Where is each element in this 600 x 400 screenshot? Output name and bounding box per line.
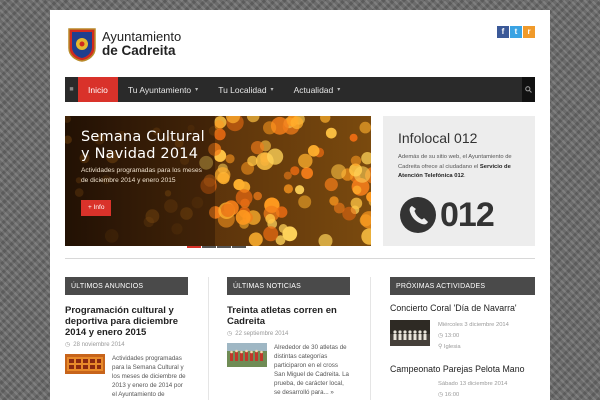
activity-thumbnail-placeholder bbox=[390, 379, 430, 400]
anuncio-title-link[interactable]: Programación cultural y deportiva para d… bbox=[65, 305, 188, 338]
search-icon bbox=[525, 86, 532, 93]
home-icon[interactable]: ■ bbox=[65, 77, 78, 102]
anuncio-date-text: 28 noviembre 2014 bbox=[73, 341, 125, 348]
site-logo[interactable]: Ayuntamiento de Cadreita bbox=[102, 30, 181, 57]
activity-title-link[interactable]: Campeonato Parejas Pelota Mano bbox=[390, 364, 535, 374]
nav-item-actualidad[interactable]: Actualidad ▾ bbox=[284, 77, 351, 102]
activity-meta: Miércoles 3 diciembre 2014 ◷ 13:00 ⚲ Igl… bbox=[438, 320, 509, 353]
phone-icon bbox=[400, 197, 436, 233]
read-more-link[interactable]: » bbox=[330, 389, 333, 396]
nav-label: Tu Ayuntamiento bbox=[127, 84, 192, 95]
coat-of-arms-icon[interactable] bbox=[68, 28, 96, 62]
slider-dot[interactable] bbox=[232, 246, 246, 248]
infolocal-title: Infolocal 012 bbox=[398, 130, 478, 146]
chevron-down-icon: ▾ bbox=[195, 87, 199, 93]
logo-line-1: Ayuntamiento bbox=[102, 29, 182, 44]
noticias-column: ÚLTIMAS NOTICIAS Treinta atletas corren … bbox=[227, 277, 350, 397]
section-divider bbox=[65, 258, 535, 259]
clock-icon: ◷ bbox=[227, 331, 233, 337]
chevron-down-icon: ▾ bbox=[270, 87, 274, 93]
noticia-date: ◷ 22 septiembre 2014 bbox=[227, 330, 350, 338]
nav-item-tu-ayuntamiento[interactable]: Tu Ayuntamiento ▾ bbox=[118, 77, 208, 102]
nav-item-inicio[interactable]: Inicio bbox=[78, 77, 118, 102]
page: Ayuntamiento de Cadreita ftr ■ Inicio Tu… bbox=[50, 10, 550, 400]
activity-meta: Sábado 13 diciembre 2014 ◷ 16:00 bbox=[438, 379, 507, 400]
activity-details: Miércoles 3 diciembre 2014 ◷ 13:00 ⚲ Igl… bbox=[390, 320, 535, 353]
main-nav: ■ Inicio Tu Ayuntamiento ▾ Tu Localidad … bbox=[65, 77, 535, 102]
slider-dot[interactable] bbox=[202, 246, 216, 248]
noticia-excerpt-text: Alrededor de 30 atletas de distintas cat… bbox=[274, 344, 349, 396]
slide-title: Semana Cultural y Navidad 2014 bbox=[81, 129, 205, 163]
infolocal-box[interactable]: Infolocal 012 Además de su sitio web, el… bbox=[383, 116, 535, 246]
anuncio-thumbnail[interactable] bbox=[65, 354, 105, 374]
anuncio-excerpt: Actividades programadas para la Semana C… bbox=[112, 354, 188, 400]
slide-title-line-2: y Navidad 2014 bbox=[81, 146, 199, 162]
activity-place: ⚲ Iglesia bbox=[438, 342, 509, 353]
rss-icon[interactable]: r bbox=[523, 26, 535, 38]
activity-thumbnail[interactable] bbox=[390, 320, 430, 346]
actividades-header: PRÓXIMAS ACTIVIDADES bbox=[390, 277, 535, 295]
anuncio-excerpt-text: Actividades programadas para la Semana C… bbox=[112, 355, 186, 398]
search-button[interactable] bbox=[522, 77, 535, 102]
logo-line-2: de Cadreita bbox=[102, 43, 176, 58]
anuncio-date: ◷ 28 noviembre 2014 bbox=[65, 341, 188, 349]
slide-more-info-button[interactable]: + Info bbox=[81, 200, 112, 216]
anuncio-body: Actividades programadas para la Semana C… bbox=[65, 354, 188, 400]
activity-item: Concierto Coral 'Día de Navarra' Miércol… bbox=[390, 303, 535, 353]
nav-label: Tu Localidad bbox=[218, 84, 267, 95]
twitter-icon[interactable]: t bbox=[510, 26, 522, 38]
noticia-thumbnail[interactable] bbox=[227, 343, 267, 367]
activity-title-link[interactable]: Concierto Coral 'Día de Navarra' bbox=[390, 303, 535, 313]
infolocal-number: 012 bbox=[440, 196, 495, 234]
chevron-down-icon: ▾ bbox=[337, 87, 341, 93]
infolocal-text: Además de su sitio web, el Ayuntamiento … bbox=[398, 153, 524, 182]
nav-label: Inicio bbox=[88, 84, 108, 95]
slide-subtitle: Actividades programadas para los meses d… bbox=[81, 167, 202, 184]
activity-item: Campeonato Parejas Pelota Mano Sábado 13… bbox=[390, 364, 535, 400]
noticia-date-text: 22 septiembre 2014 bbox=[235, 330, 289, 337]
activity-date: Miércoles 3 diciembre 2014 bbox=[438, 322, 509, 328]
infolocal-text-end: . bbox=[463, 173, 466, 180]
noticia-body: Alrededor de 30 atletas de distintas cat… bbox=[227, 343, 350, 397]
social-links: ftr bbox=[497, 26, 535, 38]
slider-dot[interactable] bbox=[187, 246, 201, 248]
column-separator bbox=[370, 277, 371, 400]
anuncios-header: ÚLTIMOS ANUNCIOS bbox=[65, 277, 188, 295]
noticia-title-link[interactable]: Treinta atletas corren en Cadreita bbox=[227, 305, 350, 327]
activity-time: ◷ 13:00 bbox=[438, 331, 509, 342]
activity-time-text: 16:00 bbox=[444, 392, 460, 398]
clock-icon: ◷ bbox=[438, 333, 445, 339]
facebook-icon[interactable]: f bbox=[497, 26, 509, 38]
activity-date: Sábado 13 diciembre 2014 bbox=[438, 381, 508, 387]
activity-details: Sábado 13 diciembre 2014 ◷ 16:00 bbox=[390, 379, 535, 400]
clock-icon: ◷ bbox=[438, 392, 445, 398]
slide-title-line-1: Semana Cultural bbox=[81, 129, 205, 145]
slider-pagination bbox=[187, 246, 246, 248]
noticia-excerpt: Alrededor de 30 atletas de distintas cat… bbox=[274, 343, 350, 397]
column-separator bbox=[208, 277, 209, 400]
activity-time-text: 13:00 bbox=[444, 333, 460, 339]
slider-dot[interactable] bbox=[217, 246, 231, 248]
activity-place-text: Iglesia bbox=[443, 344, 461, 350]
nav-item-tu-localidad[interactable]: Tu Localidad ▾ bbox=[208, 77, 283, 102]
noticias-header: ÚLTIMAS NOTICIAS bbox=[227, 277, 350, 295]
site-header: Ayuntamiento de Cadreita ftr bbox=[50, 10, 550, 76]
nav-label: Actualidad bbox=[293, 84, 334, 95]
actividades-column: PRÓXIMAS ACTIVIDADES Concierto Coral 'Dí… bbox=[390, 277, 535, 400]
anuncios-column: ÚLTIMOS ANUNCIOS Programación cultural y… bbox=[65, 277, 188, 400]
hero-slider[interactable]: Semana Cultural y Navidad 2014 Actividad… bbox=[65, 116, 371, 246]
activity-time: ◷ 16:00 bbox=[438, 390, 507, 400]
clock-icon: ◷ bbox=[65, 342, 71, 348]
